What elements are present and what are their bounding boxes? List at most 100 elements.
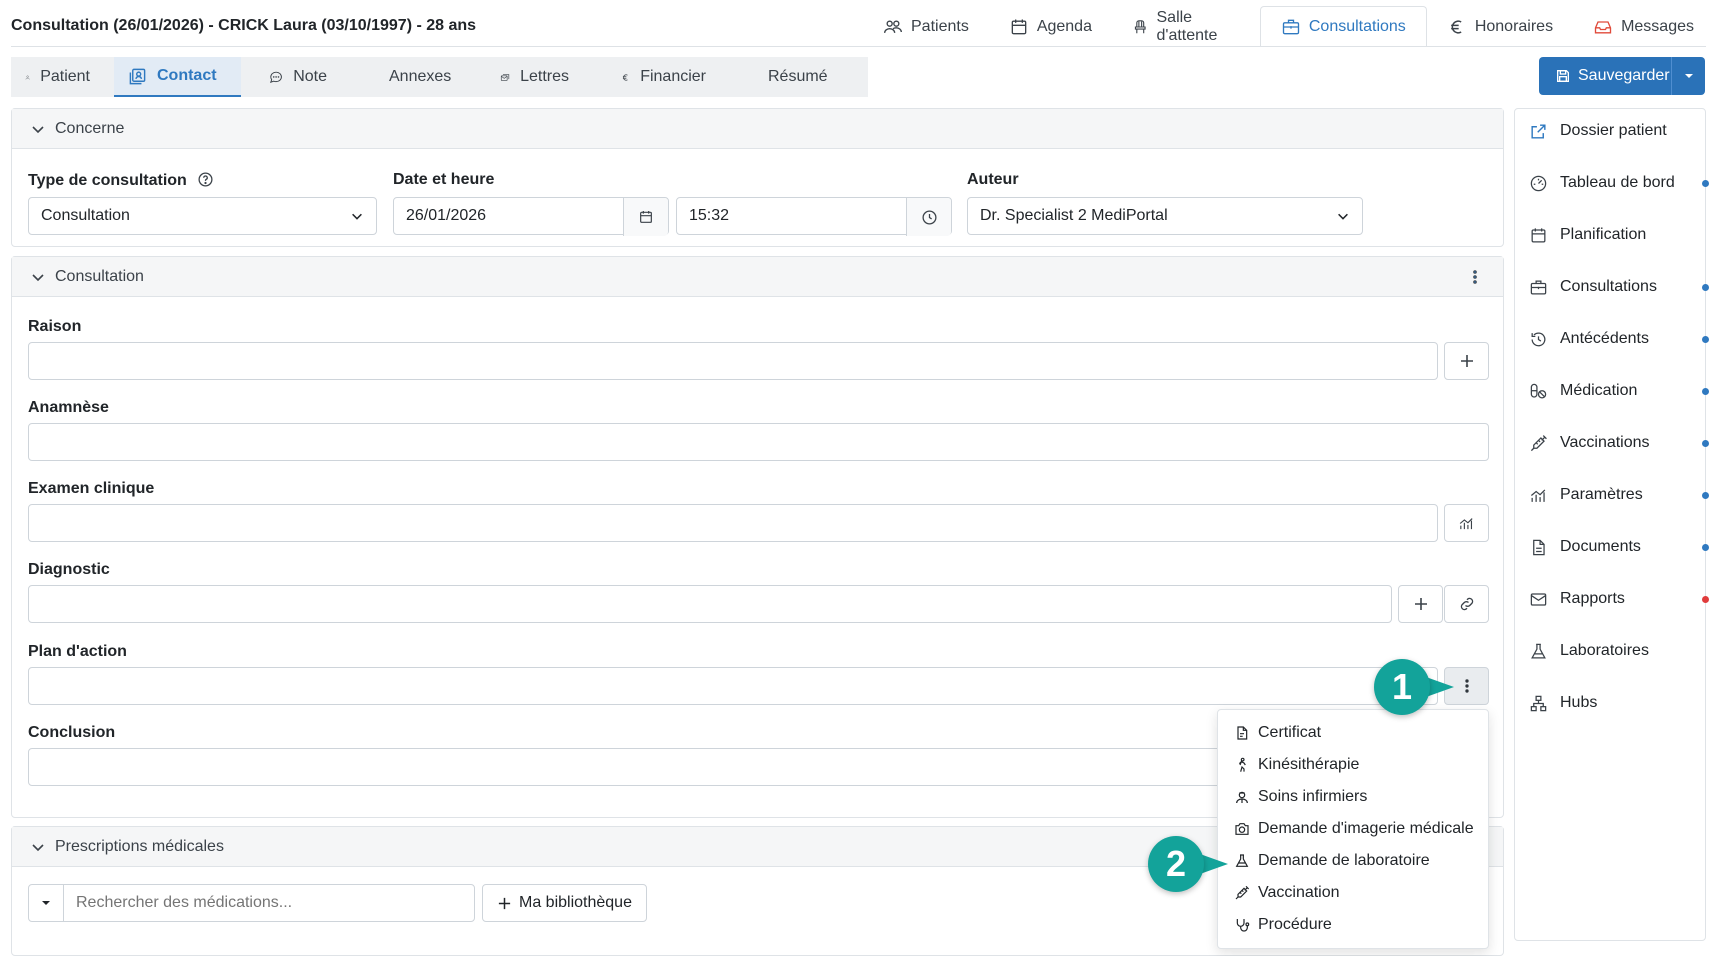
panel-title: Prescriptions médicales bbox=[55, 837, 224, 855]
floppy-icon bbox=[1557, 70, 1569, 82]
date-input[interactable]: 26/01/2026 bbox=[393, 197, 669, 236]
date-picker-button[interactable] bbox=[623, 198, 668, 236]
anamnese-label: Anamnèse bbox=[28, 399, 109, 416]
nav-honoraires[interactable]: Honoraires bbox=[1427, 6, 1573, 47]
tab-contact[interactable]: Contact bbox=[114, 57, 241, 97]
chart-icon bbox=[1530, 489, 1546, 502]
menu-item-kinesitherapie[interactable]: Kinésithérapie bbox=[1218, 749, 1488, 781]
sidebar-item-dossier-patient[interactable]: Dossier patient bbox=[1515, 111, 1705, 151]
users-icon bbox=[884, 20, 902, 33]
nav-consultations[interactable]: Consultations bbox=[1259, 6, 1427, 47]
menu-item-label: Vaccination bbox=[1258, 884, 1340, 901]
label-text: Type de consultation bbox=[28, 172, 187, 189]
sidebar-item-consultations[interactable]: Consultations bbox=[1515, 267, 1709, 307]
tab-label: Résumé bbox=[768, 68, 828, 85]
plan-action-dropdown: Certificat Kinésithérapie Soins infirmie… bbox=[1217, 709, 1489, 949]
menu-item-certificat[interactable]: Certificat bbox=[1218, 717, 1488, 749]
select-value: Dr. Specialist 2 MediPortal bbox=[980, 207, 1168, 224]
consultation-tabs: Patient Contact Note Annexes Lettres Fin… bbox=[11, 57, 868, 97]
menu-item-soins-infirmiers[interactable]: Soins infirmiers bbox=[1218, 781, 1488, 813]
sidebar-item-laboratoires[interactable]: Laboratoires bbox=[1515, 631, 1705, 671]
kebab-menu-icon[interactable] bbox=[1467, 269, 1483, 285]
examen-parametres-button[interactable] bbox=[1444, 504, 1489, 542]
search-filter-toggle[interactable] bbox=[28, 884, 64, 922]
sidebar-item-hubs[interactable]: Hubs bbox=[1515, 683, 1705, 723]
euro-icon bbox=[622, 73, 628, 81]
auteur-select[interactable]: Dr. Specialist 2 MediPortal bbox=[967, 197, 1363, 235]
time-picker-button[interactable] bbox=[906, 198, 951, 236]
nav-label: Consultations bbox=[1308, 17, 1406, 35]
help-circle-icon[interactable] bbox=[197, 171, 214, 188]
briefcase-icon bbox=[1530, 280, 1547, 294]
tab-lettres[interactable]: Lettres bbox=[472, 57, 593, 97]
notification-dot bbox=[1702, 491, 1709, 499]
type-consultation-select[interactable]: Consultation bbox=[28, 197, 377, 235]
main-nav: Patients Agenda Salle d'attente Consulta… bbox=[863, 6, 1714, 47]
menu-item-label: Soins infirmiers bbox=[1258, 788, 1368, 805]
calendar-icon bbox=[1531, 227, 1546, 242]
diagnostic-link-button[interactable] bbox=[1444, 585, 1489, 623]
menu-item-label: Procédure bbox=[1258, 916, 1332, 933]
nav-agenda[interactable]: Agenda bbox=[989, 6, 1112, 47]
raison-add-button[interactable] bbox=[1444, 342, 1489, 380]
anamnese-input[interactable] bbox=[28, 423, 1489, 461]
chevron-down-icon bbox=[1338, 213, 1348, 220]
calendar-icon bbox=[1011, 19, 1027, 34]
sidebar-item-documents[interactable]: Documents bbox=[1515, 527, 1709, 567]
envelope-icon bbox=[1530, 592, 1547, 606]
nav-messages[interactable]: Messages bbox=[1573, 6, 1714, 47]
camera-icon bbox=[1235, 823, 1249, 835]
menu-item-demande-laboratoire[interactable]: Demande de laboratoire bbox=[1218, 845, 1488, 877]
save-dropdown-toggle[interactable] bbox=[1671, 57, 1705, 95]
tab-annexes[interactable]: Annexes bbox=[351, 57, 472, 97]
sidebar-item-tableau-de-bord[interactable]: Tableau de bord bbox=[1515, 163, 1709, 203]
tab-note[interactable]: Note bbox=[241, 57, 351, 97]
plan-action-label: Plan d'action bbox=[28, 643, 127, 660]
examen-clinique-input[interactable] bbox=[28, 504, 1438, 542]
sidebar-item-label: Médication bbox=[1560, 382, 1638, 399]
tab-patient[interactable]: Patient bbox=[11, 57, 114, 97]
library-button[interactable]: Ma bibliothèque bbox=[482, 884, 647, 922]
menu-item-procedure[interactable]: Procédure bbox=[1218, 909, 1488, 941]
tab-label: Annexes bbox=[389, 68, 452, 85]
calendar-icon bbox=[640, 211, 652, 223]
diagnostic-add-button[interactable] bbox=[1398, 585, 1443, 623]
time-input[interactable]: 15:32 bbox=[676, 197, 952, 236]
save-button[interactable]: Sauvegarder bbox=[1539, 57, 1705, 95]
tab-financier[interactable]: Financier bbox=[593, 57, 730, 97]
sidebar-item-planification[interactable]: Planification bbox=[1515, 215, 1705, 255]
plan-action-input[interactable] bbox=[28, 667, 1438, 705]
link-icon bbox=[1460, 597, 1473, 611]
consultation-header[interactable]: Consultation bbox=[12, 257, 1503, 297]
menu-item-label: Demande d'imagerie médicale bbox=[1258, 820, 1474, 837]
clock-icon bbox=[921, 209, 937, 225]
pills-icon bbox=[1530, 383, 1547, 398]
tab-resume[interactable]: Résumé bbox=[730, 57, 850, 97]
stethoscope-icon bbox=[1236, 919, 1250, 932]
euro-icon bbox=[1450, 19, 1462, 34]
hubs-icon bbox=[1530, 695, 1547, 711]
tab-label: Patient bbox=[40, 68, 90, 85]
chevron-down-icon bbox=[32, 273, 44, 281]
sidebar-item-parametres[interactable]: Paramètres bbox=[1515, 475, 1709, 515]
type-consultation-label: Type de consultation bbox=[28, 171, 214, 190]
raison-input[interactable] bbox=[28, 342, 1438, 380]
medication-search-input[interactable] bbox=[63, 884, 475, 922]
save-main[interactable]: Sauvegarder bbox=[1539, 57, 1671, 95]
menu-item-imagerie-medicale[interactable]: Demande d'imagerie médicale bbox=[1218, 813, 1488, 845]
menu-item-vaccination[interactable]: Vaccination bbox=[1218, 877, 1488, 909]
sidebar-item-rapports[interactable]: Rapports bbox=[1515, 579, 1709, 619]
diagnostic-input[interactable] bbox=[28, 585, 1392, 623]
patient-sidebar: Dossier patient Tableau de bord Planific… bbox=[1514, 108, 1709, 941]
sidebar-item-antecedents[interactable]: Antécédents bbox=[1515, 319, 1709, 359]
nav-salle-attente[interactable]: Salle d'attente bbox=[1112, 6, 1260, 47]
chevron-down-icon bbox=[352, 213, 362, 220]
chevron-down-icon bbox=[32, 843, 44, 851]
sidebar-item-vaccinations[interactable]: Vaccinations bbox=[1515, 423, 1709, 463]
sidebar-item-label: Tableau de bord bbox=[1560, 174, 1675, 191]
callout-1: 1 bbox=[1372, 656, 1454, 718]
nav-patients[interactable]: Patients bbox=[863, 6, 989, 47]
button-label: Ma bibliothèque bbox=[519, 894, 632, 911]
sidebar-item-medication[interactable]: Médication bbox=[1515, 371, 1709, 411]
concerne-header[interactable]: Concerne bbox=[12, 109, 1503, 149]
